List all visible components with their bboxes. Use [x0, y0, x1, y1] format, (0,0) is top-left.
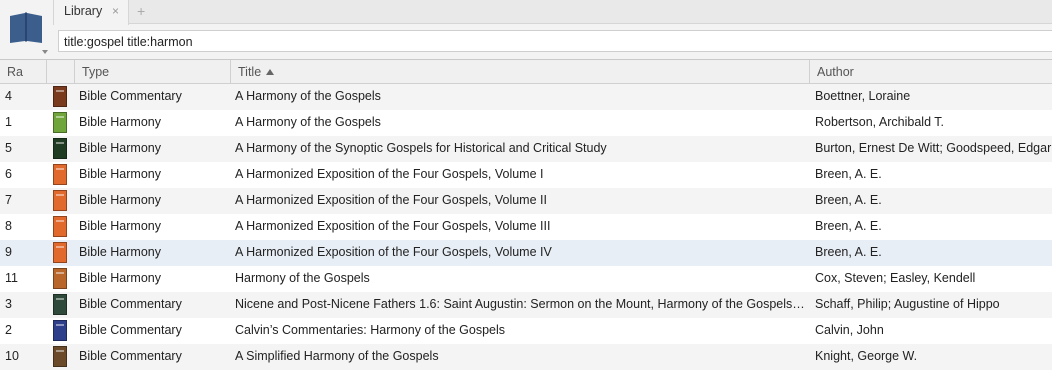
table-body: 4 Bible Commentary A Harmony of the Gospel…: [0, 84, 1052, 370]
title-cell: A Harmony of the Synoptic Gospels for Hi…: [235, 141, 607, 155]
rank-cell: 7: [5, 193, 12, 207]
title-cell: A Harmonized Exposition of the Four Gosp…: [235, 167, 544, 181]
sort-ascending-icon: [266, 69, 275, 75]
column-header-rank[interactable]: Ra: [0, 60, 47, 84]
table-row[interactable]: 5 Bible Harmony A Harmony of the Synoptic …: [0, 136, 1052, 162]
author-cell: Breen, A. E.: [815, 219, 882, 233]
type-cell: Bible Harmony: [79, 219, 161, 233]
title-cell: A Harmony of the Gospels: [235, 115, 381, 129]
title-cell: A Harmony of the Gospels: [235, 89, 381, 103]
table-header: Ra Type Title Author: [0, 59, 1052, 84]
book-cover-thumbnail: [53, 346, 67, 367]
author-cell: Boettner, Loraine: [815, 89, 911, 103]
title-cell: A Harmonized Exposition of the Four Gosp…: [235, 193, 547, 207]
tab-library[interactable]: Library ×: [53, 0, 129, 25]
column-label: Ra: [7, 65, 23, 79]
table-row[interactable]: 9 Bible Harmony A Harmonized Exposition of…: [0, 240, 1052, 266]
chevron-down-icon[interactable]: [42, 50, 48, 54]
close-icon[interactable]: ×: [112, 4, 119, 18]
column-header-cover[interactable]: [47, 60, 75, 84]
book-cover-thumbnail: [53, 138, 67, 159]
type-cell: Bible Commentary: [79, 297, 182, 311]
type-cell: Bible Harmony: [79, 271, 161, 285]
book-cover-thumbnail: [53, 216, 67, 237]
toolbar: Library × + title:gospel title:harmon: [0, 0, 1052, 60]
open-book-icon[interactable]: [8, 10, 44, 44]
title-cell: A Harmonized Exposition of the Four Gosp…: [235, 245, 552, 259]
rank-cell: 1: [5, 115, 12, 129]
rank-cell: 10: [5, 349, 19, 363]
book-cover-thumbnail: [53, 112, 67, 133]
table-row[interactable]: 1 Bible Harmony A Harmony of the Gospels Ro…: [0, 110, 1052, 136]
type-cell: Bible Harmony: [79, 245, 161, 259]
column-label: Author: [817, 65, 854, 79]
rank-cell: 11: [5, 271, 18, 285]
type-cell: Bible Harmony: [79, 193, 161, 207]
type-cell: Bible Commentary: [79, 349, 182, 363]
table-row[interactable]: 8 Bible Harmony A Harmonized Exposition of…: [0, 214, 1052, 240]
title-cell: Harmony of the Gospels: [235, 271, 370, 285]
table-row[interactable]: 3 Bible Commentary Nicene and Post-Nicene …: [0, 292, 1052, 318]
rank-cell: 2: [5, 323, 12, 337]
rank-cell: 5: [5, 141, 12, 155]
table-row[interactable]: 7 Bible Harmony A Harmonized Exposition of…: [0, 188, 1052, 214]
book-cover-thumbnail: [53, 164, 67, 185]
title-cell: A Simplified Harmony of the Gospels: [235, 349, 439, 363]
author-cell: Breen, A. E.: [815, 193, 882, 207]
book-cover-thumbnail: [53, 242, 67, 263]
rank-cell: 6: [5, 167, 12, 181]
author-cell: Knight, George W.: [815, 349, 918, 363]
type-cell: Bible Harmony: [79, 141, 161, 155]
title-cell: A Harmonized Exposition of the Four Gosp…: [235, 219, 551, 233]
table-row[interactable]: 10 Bible Commentary A Simplified Harmony o…: [0, 344, 1052, 370]
author-cell: Schaff, Philip; Augustine of Hippo: [815, 297, 1000, 311]
book-cover-thumbnail: [53, 268, 67, 289]
author-cell: Cox, Steven; Easley, Kendell: [815, 271, 976, 285]
title-cell: Calvin’s Commentaries: Harmony of the Go…: [235, 323, 506, 337]
column-header-author[interactable]: Author: [810, 60, 1052, 84]
column-label-wrap: Title: [238, 65, 275, 79]
rank-cell: 9: [5, 245, 12, 259]
search-input-value: title:gospel title:harmon: [64, 35, 193, 49]
tab-strip: Library × +: [53, 0, 1052, 25]
type-cell: Bible Harmony: [79, 115, 161, 129]
author-cell: Burton, Ernest De Witt; Goodspeed, Edgar…: [815, 141, 1052, 155]
rank-cell: 8: [5, 219, 12, 233]
tab-label: Library: [64, 4, 103, 18]
book-cover-thumbnail: [53, 320, 67, 341]
add-tab-button[interactable]: +: [137, 3, 145, 19]
search-input[interactable]: title:gospel title:harmon: [58, 30, 1052, 52]
title-cell: Nicene and Post-Nicene Fathers 1.6: Sain…: [235, 297, 805, 311]
book-cover-thumbnail: [53, 294, 67, 315]
column-header-title[interactable]: Title: [231, 60, 810, 84]
book-cover-thumbnail: [53, 86, 67, 107]
type-cell: Bible Commentary: [79, 323, 182, 337]
table-row[interactable]: 11 Bible Harmony Harmony of the Gospels Cox…: [0, 266, 1052, 292]
author-cell: Breen, A. E.: [815, 167, 882, 181]
table-row[interactable]: 2 Bible Commentary Calvin’s Commentaries: …: [0, 318, 1052, 344]
rank-cell: 3: [5, 297, 12, 311]
column-label: Title: [238, 65, 262, 79]
rank-cell: 4: [5, 89, 12, 103]
author-cell: Calvin, John: [815, 323, 884, 337]
author-cell: Robertson, Archibald T.: [815, 115, 945, 129]
column-label: Type: [82, 65, 110, 79]
book-cover-thumbnail: [53, 190, 67, 211]
author-cell: Breen, A. E.: [815, 245, 882, 259]
type-cell: Bible Harmony: [79, 167, 161, 181]
table-row[interactable]: 6 Bible Harmony A Harmonized Exposition of…: [0, 162, 1052, 188]
table-row[interactable]: 4 Bible Commentary A Harmony of the Gospel…: [0, 84, 1052, 110]
type-cell: Bible Commentary: [79, 89, 182, 103]
column-header-type[interactable]: Type: [75, 60, 231, 84]
